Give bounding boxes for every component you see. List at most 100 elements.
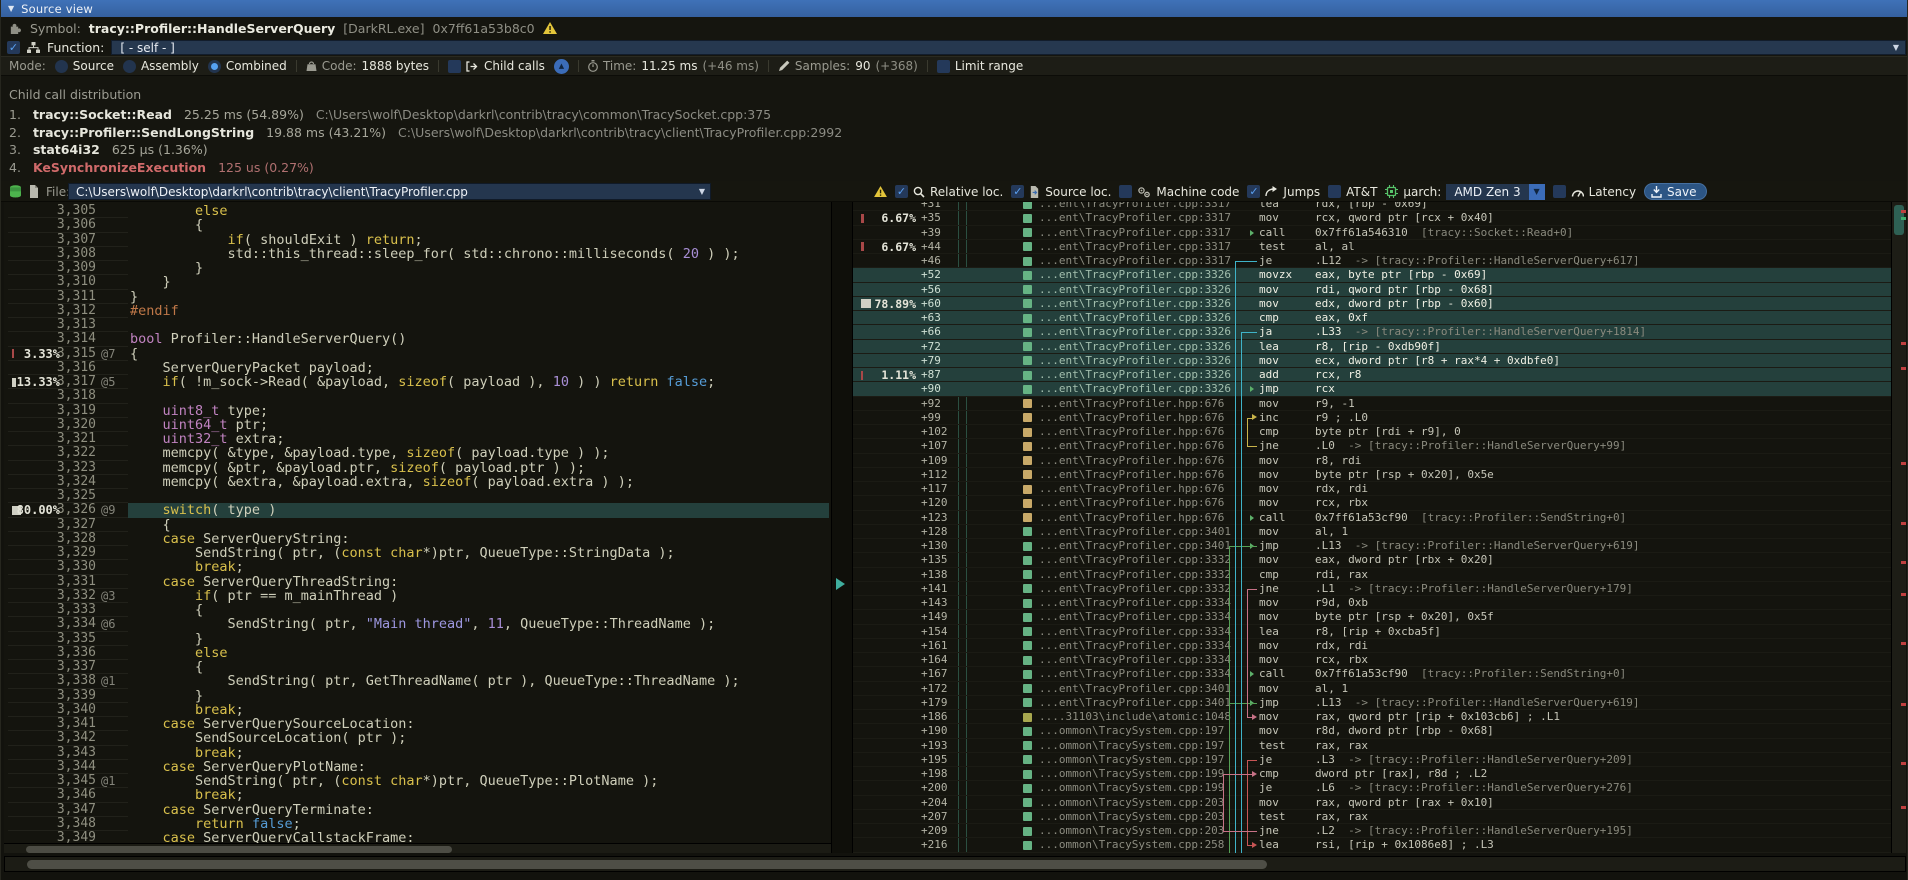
uarch-combo[interactable]: AMD Zen 3 ▼ <box>1446 184 1544 200</box>
asm-row[interactable]: +204...ommon\TracySystem.cpp:203movrax, … <box>853 796 1891 810</box>
source-line[interactable]: 3,330 break; <box>4 560 831 574</box>
source-line[interactable]: 3,320 uint64_t ptr; <box>4 418 831 432</box>
source-line[interactable]: 3,334@6 SendString( ptr, "Main thread", … <box>4 617 831 631</box>
asm-row[interactable]: +112...ent\TracyProfiler.hpp:676movbyte … <box>853 468 1891 482</box>
limit-range-toggle[interactable]: Limit range <box>937 59 1023 73</box>
source-line[interactable]: 3,346 break; <box>4 788 831 802</box>
source-line[interactable]: 3,312#endif <box>4 304 831 318</box>
file-combo[interactable]: C:\Users\wolf\Desktop\darkrl\contrib\tra… <box>68 183 711 200</box>
source-line[interactable]: 3,345@1 SendString( ptr, (const char*)pt… <box>4 774 831 788</box>
asm-row[interactable]: +56...ent\TracyProfiler.cpp:3326movrdi, … <box>853 283 1891 297</box>
source-line[interactable]: 3,335 } <box>4 632 831 646</box>
source-line[interactable]: 3,341 case ServerQuerySourceLocation: <box>4 717 831 731</box>
source-line[interactable]: 3,309 } <box>4 261 831 275</box>
source-line[interactable]: 3,325 <box>4 489 831 503</box>
source-line[interactable]: 3,311} <box>4 290 831 304</box>
splitter-handle-icon[interactable] <box>836 578 845 590</box>
child-call-item[interactable]: 1.tracy::Socket::Read25.25 ms (54.89%)C:… <box>9 106 771 123</box>
mode-radio-source[interactable]: Source <box>55 59 114 73</box>
source-line[interactable]: 3.33%3,315@7{ <box>4 347 831 361</box>
asm-row[interactable]: 6.67%+35...ent\TracyProfiler.cpp:3317mov… <box>853 211 1891 225</box>
limit-range-checkbox[interactable] <box>937 60 950 73</box>
asm-row[interactable]: +120...ent\TracyProfiler.hpp:676movrcx, … <box>853 496 1891 510</box>
function-combo[interactable]: [ - self - ] ▼ <box>111 40 1906 55</box>
toggle-latency[interactable]: Latency <box>1553 185 1636 199</box>
asm-row[interactable]: +141...ent\TracyProfiler.cpp:3332jne.L1 … <box>853 582 1891 596</box>
child-calls-toggle[interactable]: Child calls <box>448 59 545 73</box>
scrollbar-thumb[interactable] <box>27 860 1267 869</box>
source-line[interactable]: 3,343 break; <box>4 746 831 760</box>
toggle-source-loc[interactable]: ✓ Source loc. <box>1011 185 1111 199</box>
asm-row[interactable]: +63...ent\TracyProfiler.cpp:3326cmpeax, … <box>853 311 1891 325</box>
toggle-jumps[interactable]: ✓ Jumps <box>1247 185 1320 199</box>
window-horizontal-scrollbar[interactable] <box>4 856 1906 872</box>
source-line[interactable]: 3,310 } <box>4 275 831 289</box>
source-line[interactable]: 3,336 else <box>4 646 831 660</box>
source-horizontal-scrollbar[interactable] <box>4 843 831 853</box>
toggle-att[interactable]: AT&T <box>1328 185 1377 199</box>
source-line[interactable]: 3,324 memcpy( &extra, &payload.extra, si… <box>4 475 831 489</box>
asm-row[interactable]: +195...ommon\TracySystem.cpp:197je.L3 ->… <box>853 753 1891 767</box>
asm-row[interactable]: +31...ent\TracyProfiler.cpp:3317leardx, … <box>853 202 1891 211</box>
source-line[interactable]: 3,347 case ServerQueryTerminate: <box>4 803 831 817</box>
asm-row[interactable]: +79...ent\TracyProfiler.cpp:3326movecx, … <box>853 354 1891 368</box>
asm-row[interactable]: +154...ent\TracyProfiler.cpp:3334lear8, … <box>853 625 1891 639</box>
asm-row[interactable]: +117...ent\TracyProfiler.hpp:676movrdx, … <box>853 482 1891 496</box>
scrollbar-thumb[interactable] <box>26 846 452 853</box>
function-checkbox[interactable]: ✓ <box>7 41 20 54</box>
assembly-vertical-scrollbar[interactable] <box>1891 202 1906 853</box>
asm-row[interactable]: 78.89%+60...ent\TracyProfiler.cpp:3326mo… <box>853 297 1891 311</box>
source-line[interactable]: 3,340 break; <box>4 703 831 717</box>
source-line[interactable]: 3,333 { <box>4 603 831 617</box>
source-line[interactable]: 3,328 case ServerQueryString: <box>4 532 831 546</box>
child-call-item[interactable]: 3.stat64i32625 µs (1.36%) <box>9 141 208 158</box>
source-line[interactable]: 3,306 { <box>4 218 831 232</box>
child-call-item[interactable]: 2.tracy::Profiler::SendLongString19.88 m… <box>9 124 842 141</box>
asm-row[interactable]: +207...ommon\TracySystem.cpp:203testrax,… <box>853 810 1891 824</box>
mode-radio-combined[interactable]: Combined <box>208 59 287 73</box>
source-line[interactable]: 3,322 memcpy( &type, &payload.type, size… <box>4 446 831 460</box>
asm-row[interactable]: +216...ommon\TracySystem.cpp:258learsi, … <box>853 838 1891 852</box>
asm-row[interactable]: +99...ent\TracyProfiler.hpp:676incr9 ; .… <box>853 411 1891 425</box>
source-line[interactable]: 3,313 <box>4 318 831 332</box>
asm-row[interactable]: +92...ent\TracyProfiler.hpp:676movr9, -1 <box>853 397 1891 411</box>
asm-row[interactable]: +123...ent\TracyProfiler.hpp:676call0x7f… <box>853 511 1891 525</box>
source-line[interactable]: 3,344 case ServerQueryPlotName: <box>4 760 831 774</box>
asm-row[interactable]: +193...ommon\TracySystem.cpp:197testrax,… <box>853 739 1891 753</box>
asm-row[interactable]: +149...ent\TracyProfiler.cpp:3334movbyte… <box>853 610 1891 624</box>
asm-row[interactable]: +66...ent\TracyProfiler.cpp:3326ja.L33 -… <box>853 325 1891 339</box>
asm-row[interactable]: +90...ent\TracyProfiler.cpp:3326jmprcx <box>853 382 1891 396</box>
asm-row[interactable]: +186....31103\include\atomic:1048movrax,… <box>853 710 1891 724</box>
asm-row[interactable]: +102...ent\TracyProfiler.hpp:676cmpbyte … <box>853 425 1891 439</box>
child-call-item[interactable]: 4.KeSynchronizeExecution125 us (0.27%) <box>9 159 314 176</box>
pane-splitter[interactable] <box>831 202 853 853</box>
collapse-arrow-icon[interactable]: ▼ <box>8 4 14 13</box>
child-calls-up-button[interactable]: ▲ <box>554 59 569 74</box>
source-line[interactable]: 3,318 <box>4 389 831 403</box>
asm-row[interactable]: +107...ent\TracyProfiler.hpp:676jne.L0 -… <box>853 439 1891 453</box>
source-line[interactable]: 3,332@3 if( ptr == m_mainThread ) <box>4 589 831 603</box>
child-calls-checkbox[interactable] <box>448 60 461 73</box>
source-line[interactable]: 3,331 case ServerQueryThreadString: <box>4 575 831 589</box>
asm-row[interactable]: +200...ommon\TracySystem.cpp:199je.L6 ->… <box>853 781 1891 795</box>
source-line[interactable]: 3,323 memcpy( &ptr, &payload.ptr, sizeof… <box>4 461 831 475</box>
asm-row[interactable]: +128...ent\TracyProfiler.cpp:3401moval, … <box>853 525 1891 539</box>
asm-row[interactable]: +172...ent\TracyProfiler.cpp:3401moval, … <box>853 682 1891 696</box>
source-line[interactable]: 3,305 else <box>4 204 831 218</box>
source-line[interactable]: 80.00%3,326@9 switch( type ) <box>4 503 831 517</box>
mode-radio-assembly[interactable]: Assembly <box>123 59 199 73</box>
asm-row[interactable]: +46...ent\TracyProfiler.cpp:3317je.L12 -… <box>853 254 1891 268</box>
source-line[interactable]: 3,337 { <box>4 660 831 674</box>
asm-row[interactable]: +138...ent\TracyProfiler.cpp:3332cmprdi,… <box>853 568 1891 582</box>
source-line[interactable]: 3,339 } <box>4 689 831 703</box>
source-line[interactable]: 3,308 std::this_thread::sleep_for( std::… <box>4 247 831 261</box>
source-line[interactable]: 13.33%3,317@5 if( !m_sock->Read( &payloa… <box>4 375 831 389</box>
source-line[interactable]: 3,307 if( shouldExit ) return; <box>4 233 831 247</box>
asm-row[interactable]: +130...ent\TracyProfiler.cpp:3401jmp.L13… <box>853 539 1891 553</box>
asm-row[interactable]: +39...ent\TracyProfiler.cpp:3317call0x7f… <box>853 226 1891 240</box>
toggle-relative-loc[interactable]: ✓ Relative loc. <box>895 185 1003 199</box>
asm-row[interactable]: +209...ommon\TracySystem.cpp:203jne.L2 -… <box>853 824 1891 838</box>
asm-row[interactable]: +161...ent\TracyProfiler.cpp:3334movrdx,… <box>853 639 1891 653</box>
asm-row[interactable]: +190...ommon\TracySystem.cpp:197movr8d, … <box>853 724 1891 738</box>
source-line[interactable]: 3,348 return false; <box>4 817 831 831</box>
